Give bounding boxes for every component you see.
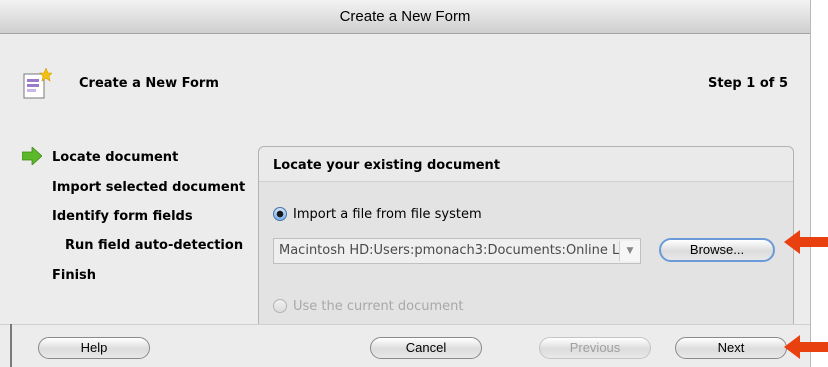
current-step-arrow-icon	[22, 147, 42, 165]
header-title: Create a New Form	[79, 76, 219, 91]
browse-button[interactable]: Browse...	[659, 238, 775, 262]
panel-header: Locate your existing document	[259, 147, 793, 182]
import-file-radio[interactable]	[273, 207, 287, 221]
previous-button[interactable]: Previous	[539, 337, 651, 359]
panel-title: Locate your existing document	[273, 158, 501, 173]
use-current-document-label[interactable]: Use the current document	[293, 299, 464, 314]
file-path-value: Macintosh HD:Users:pmonach3:Documents:On…	[279, 243, 620, 258]
step-import-selected-document: Import selected document	[52, 180, 246, 195]
form-document-star-icon	[23, 68, 52, 99]
create-form-dialog: Create a New Form Create a New Form Step…	[0, 0, 811, 367]
window-left-edge	[10, 324, 12, 367]
cancel-button[interactable]: Cancel	[370, 337, 482, 359]
annotation-arrow-next-icon	[784, 335, 828, 359]
step-run-field-auto-detection: Run field auto-detection	[65, 238, 244, 253]
use-current-document-radio[interactable]	[273, 299, 287, 313]
next-button[interactable]: Next	[675, 337, 787, 359]
step-identify-form-fields: Identify form fields	[52, 209, 193, 224]
import-file-radio-label[interactable]: Import a file from file system	[293, 207, 482, 222]
window-title: Create a New Form	[0, 0, 810, 34]
annotation-arrow-browse-icon	[784, 230, 828, 254]
step-locate-document: Locate document	[52, 150, 179, 165]
step-finish: Finish	[52, 268, 97, 283]
step-counter: Step 1 of 5	[708, 76, 788, 91]
dialog-button-bar: Help Cancel Previous Next	[0, 324, 810, 367]
help-button[interactable]: Help	[38, 337, 150, 359]
file-path-field[interactable]: Macintosh HD:Users:pmonach3:Documents:On…	[273, 238, 641, 264]
path-dropdown-icon[interactable]: ▼	[619, 241, 640, 261]
locate-document-panel: Locate your existing document Import a f…	[258, 146, 794, 348]
